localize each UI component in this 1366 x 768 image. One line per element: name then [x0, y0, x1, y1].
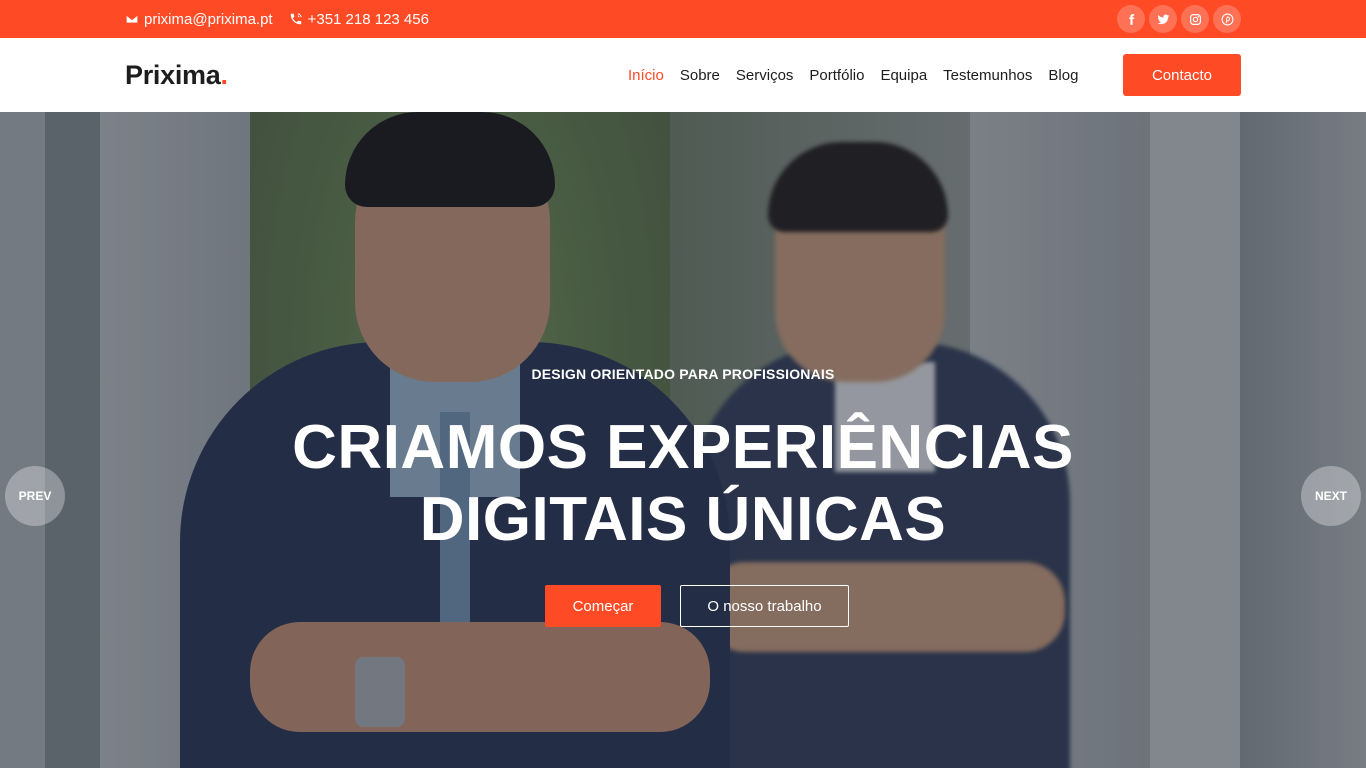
email-text: prixima@prixima.pt — [144, 10, 273, 28]
phone-text: +351 218 123 456 — [307, 10, 429, 28]
phone-icon — [289, 12, 303, 26]
nav-item-blog[interactable]: Blog — [1048, 67, 1078, 84]
logo-text: Prixima — [125, 60, 221, 90]
nav-item-testemunhos[interactable]: Testemunhos — [943, 67, 1032, 84]
main-header: Prixima. Início Sobre Serviços Portfólio… — [0, 38, 1366, 112]
instagram-button[interactable] — [1181, 5, 1209, 33]
contact-info: prixima@prixima.pt +351 218 123 456 — [125, 0, 429, 38]
hero-title-line-1: CRIAMOS EXPERIÊNCIAS — [292, 413, 1074, 482]
our-work-button[interactable]: O nosso trabalho — [680, 585, 849, 627]
contact-button[interactable]: Contacto — [1123, 54, 1241, 96]
envelope-icon — [125, 12, 139, 26]
nav-item-inicio[interactable]: Início — [628, 67, 664, 84]
site-logo[interactable]: Prixima. — [125, 58, 228, 92]
hero-title: CRIAMOS EXPERIÊNCIAS DIGITAIS ÚNICAS — [0, 412, 1366, 556]
nav-item-equipa[interactable]: Equipa — [880, 67, 927, 84]
top-bar: prixima@prixima.pt +351 218 123 456 — [0, 0, 1366, 38]
twitter-icon — [1157, 13, 1170, 26]
facebook-icon — [1125, 13, 1138, 26]
logo-dot: . — [220, 60, 228, 90]
nav-item-portfolio[interactable]: Portfólio — [809, 67, 864, 84]
pinterest-icon — [1221, 13, 1234, 26]
nav-item-sobre[interactable]: Sobre — [680, 67, 720, 84]
phone-link[interactable]: +351 218 123 456 — [289, 11, 429, 28]
facebook-button[interactable] — [1117, 5, 1145, 33]
instagram-icon — [1189, 13, 1202, 26]
email-link[interactable]: prixima@prixima.pt — [125, 11, 273, 28]
hero-slider: DESIGN ORIENTADO PARA PROFISSIONAIS CRIA… — [0, 112, 1366, 768]
main-nav: Início Sobre Serviços Portfólio Equipa T… — [628, 38, 1078, 112]
start-button[interactable]: Começar — [545, 585, 661, 627]
twitter-button[interactable] — [1149, 5, 1177, 33]
hero-title-line-2: DIGITAIS ÚNICAS — [419, 485, 947, 554]
hero-subtitle: DESIGN ORIENTADO PARA PROFISSIONAIS — [531, 366, 835, 382]
pinterest-button[interactable] — [1213, 5, 1241, 33]
social-links — [1117, 5, 1241, 33]
next-slide-button[interactable]: NEXT — [1301, 466, 1361, 526]
nav-item-servicos[interactable]: Serviços — [736, 67, 794, 84]
hero-buttons: Começar O nosso trabalho — [0, 585, 1366, 627]
prev-slide-button[interactable]: PREV — [5, 466, 65, 526]
